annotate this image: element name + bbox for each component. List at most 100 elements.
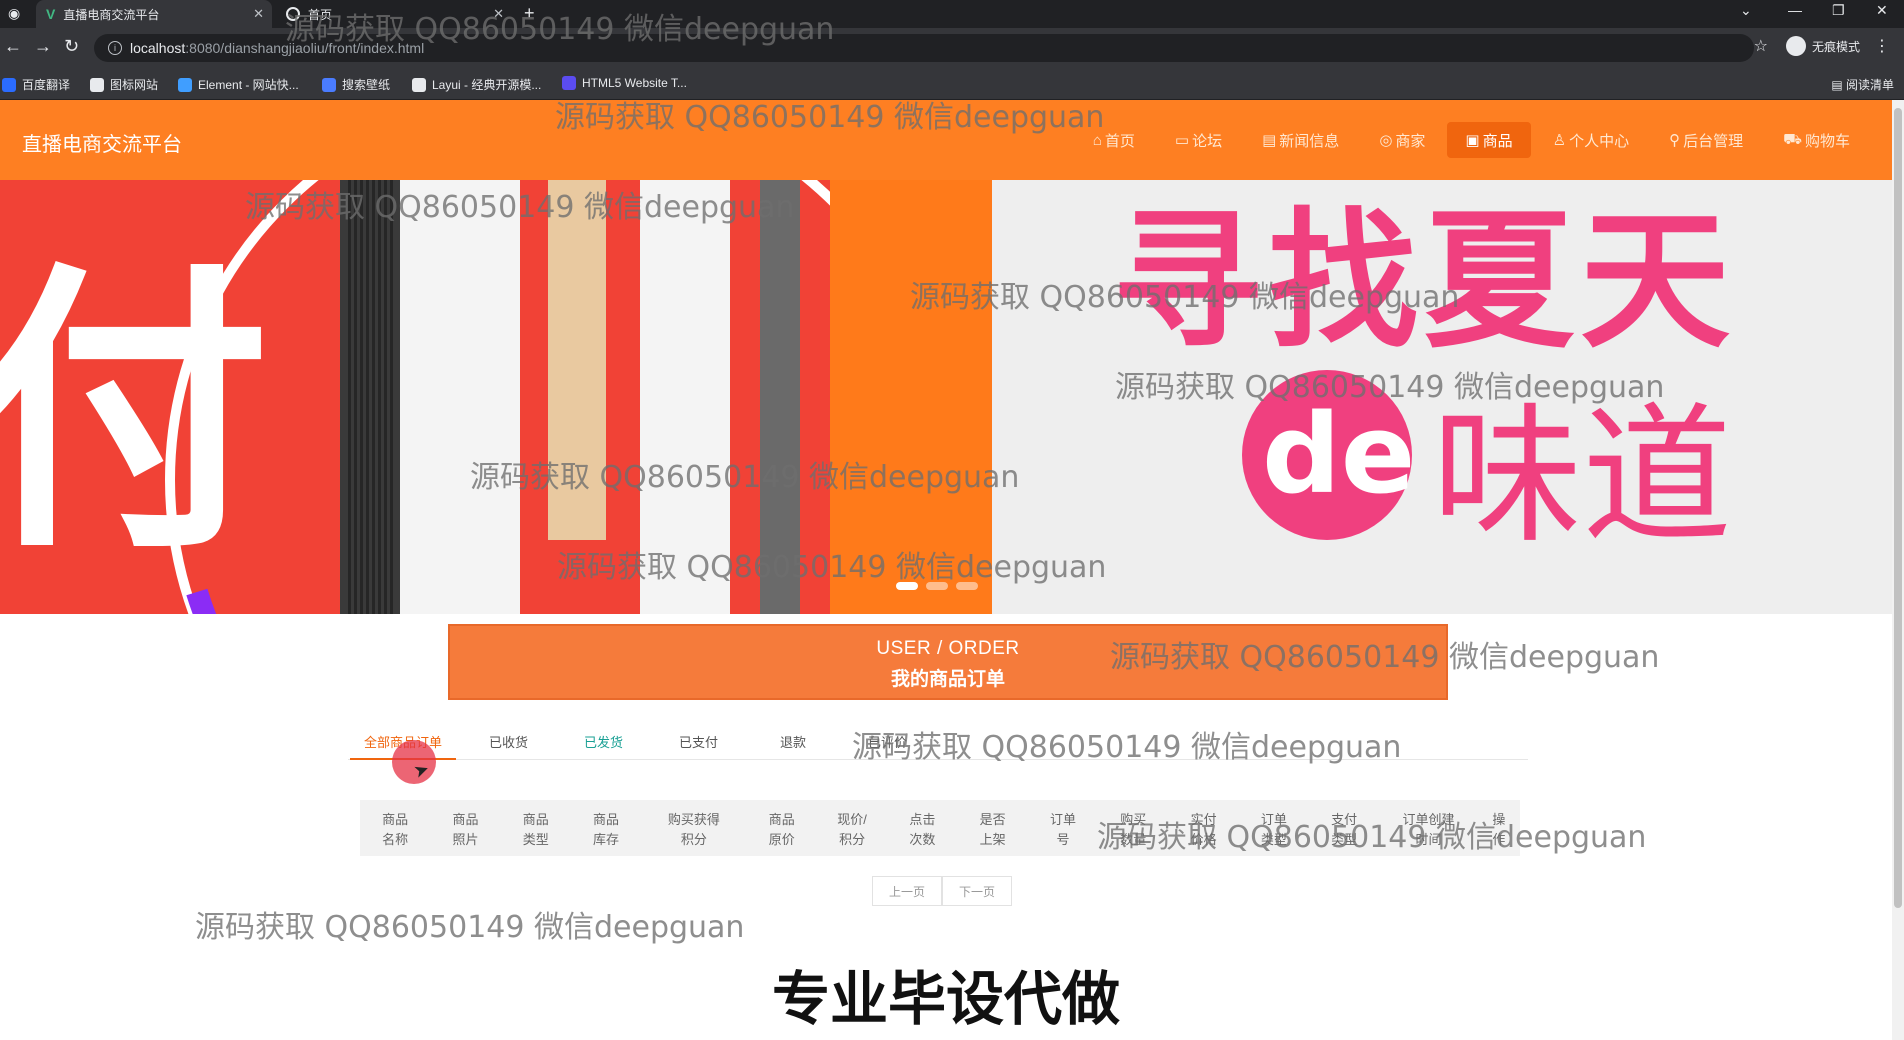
nav-label: 个人中心 [1569,132,1630,150]
nav-goods[interactable]: ▣ 商品 [1447,122,1531,158]
nav-label: 购物车 [1804,132,1850,150]
carousel-banner[interactable]: 付 寻找夏天 de 味道 [0,180,1892,614]
close-icon[interactable]: ✕ [253,6,264,22]
bookmark-item[interactable]: Layui - 经典开源模... [412,76,541,93]
bookmarks-bar: 百度翻译 图标网站 Element - 网站快... 搜索壁纸 Layui - … [0,68,1904,100]
banner-left-text: 付 [0,239,270,588]
close-icon[interactable]: ✕ [493,6,504,22]
nav-merchant[interactable]: ◎ 商家 [1361,122,1443,158]
carousel-dot[interactable] [956,582,978,590]
bookmark-item[interactable]: HTML5 Website T... [562,76,687,90]
prev-page-button[interactable]: 上一页 [872,876,943,906]
column-header: 商品 类型 [522,812,549,847]
nav-label: 新闻信息 [1279,132,1340,150]
order-title-cn: 我的商品订单 [890,669,1005,690]
page-viewport: 直播电商交流平台 ⌂ 首页 ▭ 论坛 ▤ 新闻信息 ◎ 商家 ▣ 商品 ♙ 个人中心 ⚲ 后台… [0,100,1892,1040]
address-bar: ← → ↻ i localhost:8080/dianshangjiaoliu/… [0,28,1904,68]
incognito-icon [1785,36,1806,56]
bookmark-item[interactable]: Element - 网站快... [178,76,299,93]
more-menu-icon[interactable]: ⋮ [1874,36,1890,56]
tab-shipped[interactable]: 已发货 [584,732,623,751]
tab-refund[interactable]: 退款 [780,732,806,751]
tab-paid[interactable]: 已支付 [679,732,718,751]
carousel-indicators [896,582,978,590]
pagination: 上一页 下一页 [872,876,1013,906]
reading-list[interactable]: ▤ 阅读清单 [1831,76,1894,93]
browser-menu-icon[interactable]: ◉ [8,5,20,22]
column-header: 订单 类型 [1260,812,1287,847]
incognito-indicator[interactable]: 无痕模式 [1785,36,1860,56]
bookmark-label: HTML5 Website T... [582,76,687,90]
site-header: 直播电商交流平台 ⌂ 首页 ▭ 论坛 ▤ 新闻信息 ◎ 商家 ▣ 商品 ♙ 个人中心 ⚲ 后台… [0,100,1892,180]
element-icon [178,77,192,92]
restore-icon[interactable]: ❐ [1832,2,1845,19]
browser-tab-2[interactable]: 首页 ✕ [276,0,512,28]
bookmark-label: 图标网站 [110,78,159,92]
cart-icon: ⛟ [1783,130,1802,148]
nav-cart[interactable]: ⛟ 购物车 [1765,122,1868,158]
bookmark-star-icon[interactable]: ☆ [1754,36,1768,56]
column-header: 订单 号 [1049,812,1076,847]
column-header: 现价/ 积分 [837,812,867,847]
order-title-en: USER / ORDER [876,638,1020,659]
bookmark-item[interactable]: 搜索壁纸 [322,76,390,93]
tab-received[interactable]: 已收货 [489,732,528,751]
tab-reviewed[interactable]: 已评价 [868,732,907,751]
column-header: 操 作 [1492,812,1506,847]
forward-icon[interactable]: → [34,36,52,57]
nav-admin[interactable]: ⚲ 后台管理 [1651,122,1761,158]
column-header: 商品 库存 [593,812,620,847]
nav-label: 后台管理 [1683,132,1744,150]
site-title[interactable]: 直播电商交流平台 [22,128,182,157]
reading-list-icon: ▤ [1831,78,1846,92]
info-icon[interactable]: i [108,41,122,55]
nav-label: 商家 [1395,132,1426,150]
column-header: 购买获得 积分 [667,812,720,847]
nav-home[interactable]: ⌂ 首页 [1075,122,1153,158]
bookmark-label: 百度翻译 [22,78,71,92]
url-path: :8080/dianshangjiaoliu/front/index.html [185,40,425,56]
tab-title: 首页 [308,7,333,22]
bookmark-label: Element - 网站快... [198,78,299,92]
chevron-down-icon[interactable]: ⌄ [1740,2,1752,19]
flag-icon [90,77,104,92]
minimize-icon[interactable]: — [1788,2,1802,18]
reload-icon[interactable]: ↻ [64,36,79,57]
url-host: localhost [130,40,186,56]
close-window-icon[interactable]: ✕ [1876,2,1888,19]
column-header: 是否 上架 [979,812,1006,847]
vue-logo-icon: V [46,6,56,22]
scrollbar-thumb[interactable] [1894,108,1902,908]
nav-label: 首页 [1104,132,1135,150]
next-page-button[interactable]: 下一页 [942,876,1013,906]
home-icon: ⌂ [1092,131,1102,149]
carousel-dot[interactable] [896,582,918,590]
nav-label: 商品 [1482,132,1513,150]
column-header: 商品 照片 [452,812,479,847]
nav-user-center[interactable]: ♙ 个人中心 [1535,122,1647,158]
globe-icon [286,7,300,21]
back-icon[interactable]: ← [4,36,22,57]
bookmark-item[interactable]: 图标网站 [90,76,158,93]
nav-forum[interactable]: ▭ 论坛 [1157,122,1240,158]
nav-label: 论坛 [1192,132,1223,150]
banner-de-text: de [1262,390,1416,518]
new-tab-icon[interactable]: + [524,3,535,24]
bookmark-item[interactable]: 百度翻译 [2,76,70,93]
banner-subline: 味道 [1432,390,1733,564]
page-scrollbar[interactable] [1892,100,1904,1040]
footer-caption: 专业毕设代做 [771,965,1120,1033]
html5-icon [562,76,576,90]
order-section-header: USER / ORDER 我的商品订单 [448,624,1448,700]
forum-icon: ▭ [1174,132,1190,149]
carousel-dot[interactable] [926,582,948,590]
main-nav: ⌂ 首页 ▭ 论坛 ▤ 新闻信息 ◎ 商家 ▣ 商品 ♙ 个人中心 ⚲ 后台管理 ⛟ 购物车 [1075,122,1868,158]
link-icon: ⚲ [1669,132,1681,149]
shop-icon: ◎ [1379,132,1393,149]
banner-headline: 寻找夏天 [1112,195,1737,369]
browser-tab-1[interactable]: V 直播电商交流平台 ✕ [36,0,272,28]
browser-tab-bar: ◉ V 直播电商交流平台 ✕ 首页 ✕ + ⌄ — ❐ ✕ [0,0,1904,28]
nav-news[interactable]: ▤ 新闻信息 [1244,122,1357,158]
column-header: 实付 价格 [1190,812,1217,847]
url-input[interactable]: i localhost:8080/dianshangjiaoliu/front/… [94,34,1754,62]
